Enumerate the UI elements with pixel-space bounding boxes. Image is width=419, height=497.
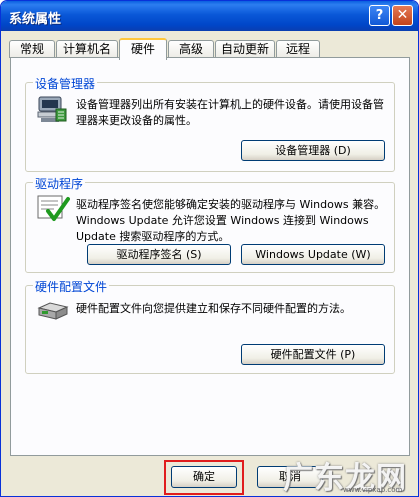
hardware-tab-panel: 设备管理器 设备管理器列出所有安装在计算机上的硬件设备。请使用设备管理器来更改设…: [10, 57, 410, 456]
tab-advanced[interactable]: 高级: [168, 40, 214, 58]
device-manager-description: 设备管理器列出所有安装在计算机上的硬件设备。请使用设备管理器来更改设备的属性。: [76, 98, 384, 127]
hardware-profiles-icon: [37, 302, 69, 320]
watermark-url: www.vipxap.com: [343, 486, 403, 494]
drivers-description: 驱动程序签名使您能够确定安装的驱动程序与 Windows 兼容。Windows …: [76, 198, 386, 243]
help-button[interactable]: ?: [369, 5, 390, 26]
device-manager-title: 设备管理器: [33, 75, 98, 92]
driver-signing-button[interactable]: 驱动程序签名 (S): [87, 244, 231, 265]
tab-computer-name[interactable]: 计算机名: [56, 40, 118, 58]
window-title: 系统属性: [9, 12, 62, 27]
tab-strip: 常规 计算机名 硬件 高级 自动更新 远程: [9, 38, 409, 60]
tab-hardware[interactable]: 硬件: [119, 38, 167, 60]
device-manager-group: 设备管理器 设备管理器列出所有安装在计算机上的硬件设备。请使用设备管理器来更改设…: [25, 75, 395, 172]
tab-automatic-updates[interactable]: 自动更新: [215, 40, 275, 58]
title-bar[interactable]: 系统属性 ? ✕: [1, 1, 418, 31]
hardware-profiles-title: 硬件配置文件: [33, 278, 110, 295]
driver-signing-icon: [37, 195, 70, 221]
device-manager-button[interactable]: 设备管理器 (D): [241, 140, 385, 161]
windows-update-button[interactable]: Windows Update (W): [241, 244, 385, 265]
device-manager-icon: [37, 96, 67, 122]
drivers-title: 驱动程序: [33, 175, 86, 192]
system-properties-window: 系统属性 ? ✕ 常规 计算机名 硬件 高级 自动更新 远程 设备管理器 设备管…: [0, 0, 419, 497]
drivers-group: 驱动程序 驱动程序签名使您能够确定安装的驱动程序与 Windows 兼容。Win…: [25, 175, 395, 273]
hardware-profiles-group: 硬件配置文件 硬件配置文件向您提供建立和保存不同硬件配置的方法。 硬件配置文件 …: [25, 278, 395, 374]
tab-remote[interactable]: 远程: [276, 40, 320, 58]
hardware-profiles-description: 硬件配置文件向您提供建立和保存不同硬件配置的方法。: [76, 302, 351, 315]
tab-general[interactable]: 常规: [9, 40, 55, 58]
hardware-profiles-button[interactable]: 硬件配置文件 (P): [241, 344, 385, 365]
close-button[interactable]: ✕: [392, 5, 413, 26]
ok-button-highlight: [164, 460, 244, 495]
